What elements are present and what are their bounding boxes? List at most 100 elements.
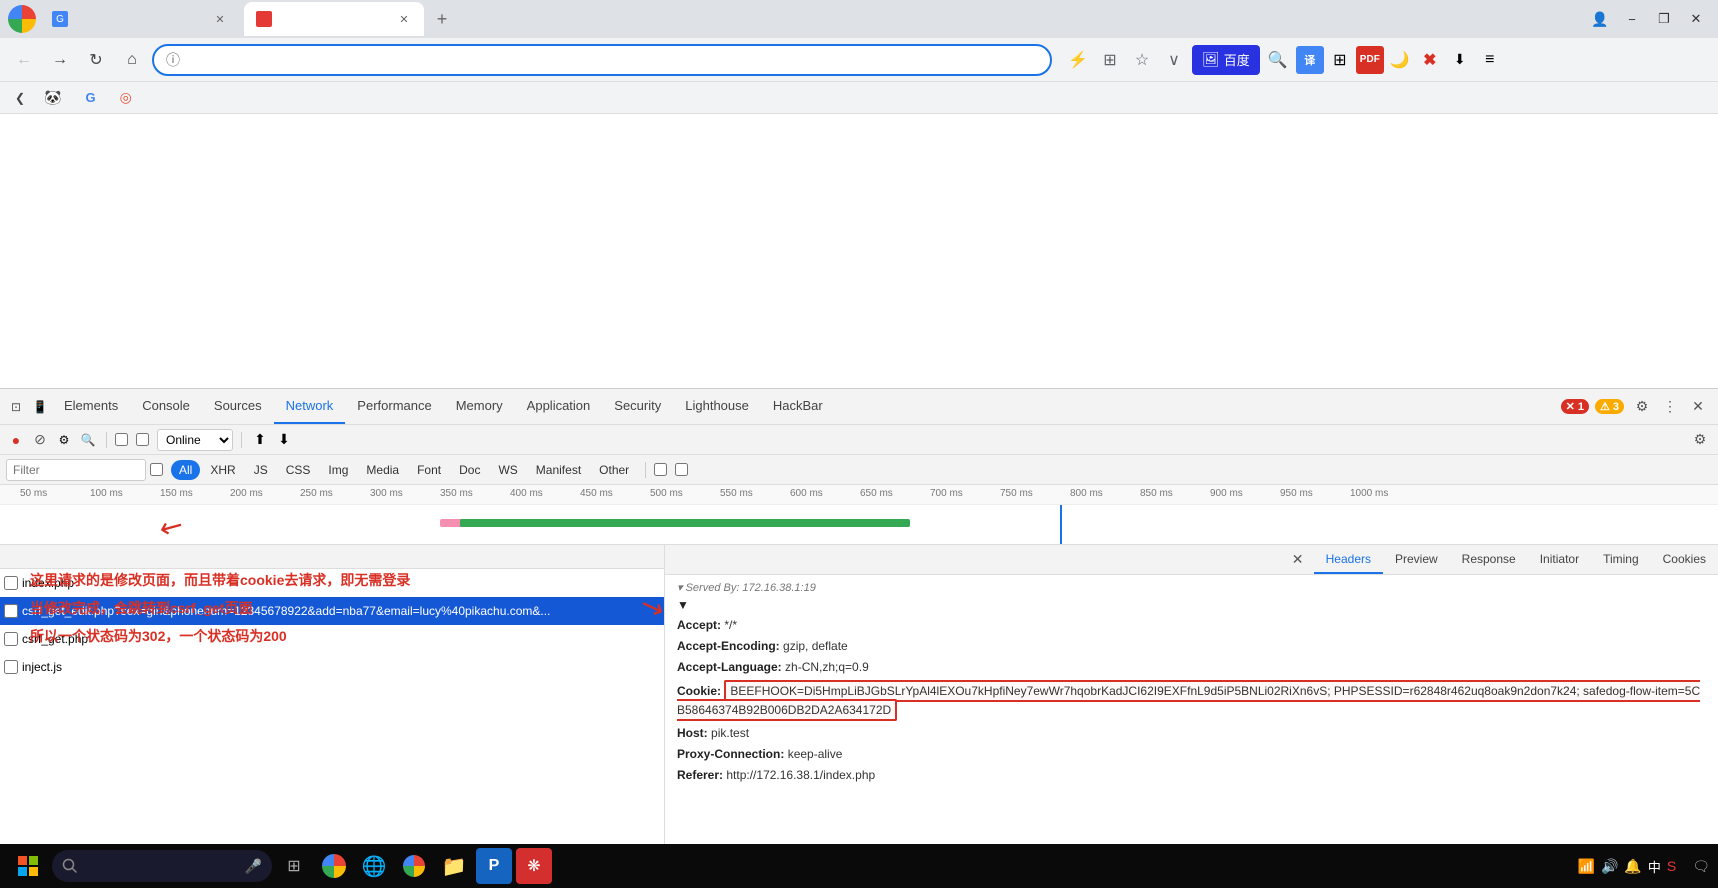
tab-2-close[interactable]: ✕	[396, 11, 412, 27]
details-tab-timing[interactable]: Timing	[1591, 545, 1651, 574]
req-row-4[interactable]: inject.js	[0, 653, 664, 681]
request-list-scroll[interactable]: index.php csrf_get_edit.php?sex=girl&pho…	[0, 569, 664, 864]
taskbar-mic-icon[interactable]: 🎤	[245, 858, 262, 875]
taskbar-speaker-icon[interactable]: 🔔	[1624, 858, 1641, 875]
minimize-btn[interactable]: −	[1618, 5, 1646, 33]
x-ext[interactable]: ✖	[1416, 46, 1444, 74]
details-tab-response[interactable]: Response	[1450, 545, 1528, 574]
filter-font[interactable]: Font	[409, 460, 449, 480]
filter-ws[interactable]: WS	[490, 460, 525, 480]
hide-data-urls-checkbox[interactable]	[150, 463, 167, 476]
taskbar-network-icon[interactable]: 📶	[1578, 858, 1595, 875]
devtools-tab-elements[interactable]: Elements	[52, 389, 130, 424]
bookmark-baidu[interactable]: 🐼	[36, 87, 73, 108]
details-tab-initiator[interactable]: Initiator	[1528, 545, 1591, 574]
taskbar-sound-icon[interactable]: 🔊	[1601, 858, 1618, 875]
filter-js[interactable]: JS	[246, 460, 276, 480]
profile-btn[interactable]: 👤	[1586, 5, 1614, 33]
menu-ext[interactable]: ≡	[1476, 46, 1504, 74]
req-2-checkbox[interactable]	[4, 604, 18, 618]
taskbar-edge[interactable]: 🌐	[356, 848, 392, 884]
download-ext[interactable]: ⬇	[1446, 46, 1474, 74]
filter-doc[interactable]: Doc	[451, 460, 488, 480]
devtools-tab-hackbar[interactable]: HackBar	[761, 389, 835, 424]
moon-ext[interactable]: 🌙	[1386, 46, 1414, 74]
windows-start-button[interactable]	[8, 846, 48, 886]
bookmarks-chevron[interactable]: ❮	[8, 86, 32, 110]
devtools-more-icon[interactable]: ⋮	[1658, 395, 1682, 419]
filter-icon-btn[interactable]: ⚙	[54, 430, 74, 450]
devtools-tab-sources[interactable]: Sources	[202, 389, 274, 424]
chevron-icon[interactable]: ∨	[1160, 46, 1188, 74]
record-button[interactable]: ●	[6, 430, 26, 450]
devtools-tab-memory[interactable]: Memory	[444, 389, 515, 424]
tab-2[interactable]: ✕	[244, 2, 424, 36]
tab-1-close[interactable]: ✕	[212, 11, 228, 27]
tab-1[interactable]: G ✕	[40, 2, 240, 36]
new-tab-button[interactable]: +	[428, 5, 456, 33]
taskbar-chrome[interactable]	[316, 848, 352, 884]
apps-icon[interactable]: ⊞	[1096, 46, 1124, 74]
taskbar-chrome2[interactable]	[396, 848, 432, 884]
taskbar-taskview[interactable]: ⊞	[276, 848, 312, 884]
filter-img[interactable]: Img	[320, 460, 356, 480]
devtools-tab-application[interactable]: Application	[515, 389, 603, 424]
star-icon[interactable]: ☆	[1128, 46, 1156, 74]
taskbar-red-app[interactable]: ❋	[516, 848, 552, 884]
bookmark-google[interactable]: G	[77, 88, 107, 107]
details-close-btn[interactable]: ✕	[1286, 548, 1310, 572]
home-button[interactable]: ⌂	[116, 44, 148, 76]
restore-btn[interactable]: ❐	[1650, 5, 1678, 33]
refresh-button[interactable]: ↻	[80, 44, 112, 76]
filter-input[interactable]	[6, 459, 146, 481]
details-tab-headers[interactable]: Headers	[1314, 545, 1383, 574]
devtools-tab-network[interactable]: Network	[274, 389, 346, 424]
req-1-checkbox[interactable]	[4, 576, 18, 590]
throttle-select[interactable]: Online Offline Slow 3G Fast 3G	[157, 429, 233, 451]
back-button[interactable]: ←	[8, 44, 40, 76]
import-har-btn[interactable]: ⬆	[250, 430, 270, 450]
address-bar[interactable]: ⓘ	[152, 44, 1052, 76]
devtools-device-icon[interactable]: 📱	[28, 395, 52, 419]
details-tab-preview[interactable]: Preview	[1383, 545, 1450, 574]
taskbar-search-box[interactable]: 🎤	[52, 850, 272, 882]
clear-button[interactable]: ⊘	[30, 430, 50, 450]
taskbar-files[interactable]: 📁	[436, 848, 472, 884]
taskbar-sogou-icon[interactable]: S	[1667, 858, 1676, 874]
details-tab-cookies[interactable]: Cookies	[1651, 545, 1718, 574]
lightning-icon[interactable]: ⚡	[1064, 46, 1092, 74]
bookmark-shodan[interactable]: ◎	[112, 87, 144, 108]
blocked-requests-input[interactable]	[675, 463, 688, 476]
grid-ext[interactable]: ⊞	[1326, 46, 1354, 74]
network-settings-icon[interactable]: ⚙	[1688, 428, 1712, 452]
pdf-ext[interactable]: PDF	[1356, 46, 1384, 74]
req-4-checkbox[interactable]	[4, 660, 18, 674]
filter-manifest[interactable]: Manifest	[528, 460, 589, 480]
req-row-1[interactable]: index.php	[0, 569, 664, 597]
taskbar-p-app[interactable]: P	[476, 848, 512, 884]
details-body[interactable]: ▾ Served By: 172.16.38.1:19 ▼ Accep	[665, 575, 1718, 864]
devtools-tab-console[interactable]: Console	[130, 389, 202, 424]
filter-other[interactable]: Other	[591, 460, 637, 480]
forward-button[interactable]: →	[44, 44, 76, 76]
devtools-tab-security[interactable]: Security	[602, 389, 673, 424]
filter-media[interactable]: Media	[358, 460, 407, 480]
preserve-log-input[interactable]	[115, 433, 128, 446]
disable-cache-input[interactable]	[136, 433, 149, 446]
search-btn[interactable]: 🔍	[78, 430, 98, 450]
blocked-requests-checkbox[interactable]	[675, 463, 692, 476]
preserve-log-checkbox[interactable]	[115, 433, 132, 446]
req-3-checkbox[interactable]	[4, 632, 18, 646]
hide-data-urls-input[interactable]	[150, 463, 163, 476]
baidu-button[interactable]: 🖼 百度	[1192, 45, 1260, 75]
taskbar-notification-icon[interactable]: 🗨	[1692, 858, 1710, 875]
filter-all[interactable]: All	[171, 460, 200, 480]
req-row-3[interactable]: csrf_get.php	[0, 625, 664, 653]
has-blocked-cookies-input[interactable]	[654, 463, 667, 476]
filter-xhr[interactable]: XHR	[202, 460, 243, 480]
devtools-close-icon[interactable]: ✕	[1686, 395, 1710, 419]
devtools-settings-icon[interactable]: ⚙	[1630, 395, 1654, 419]
filter-css[interactable]: CSS	[278, 460, 319, 480]
has-blocked-cookies-checkbox[interactable]	[654, 463, 671, 476]
export-har-btn[interactable]: ⬇	[274, 430, 294, 450]
